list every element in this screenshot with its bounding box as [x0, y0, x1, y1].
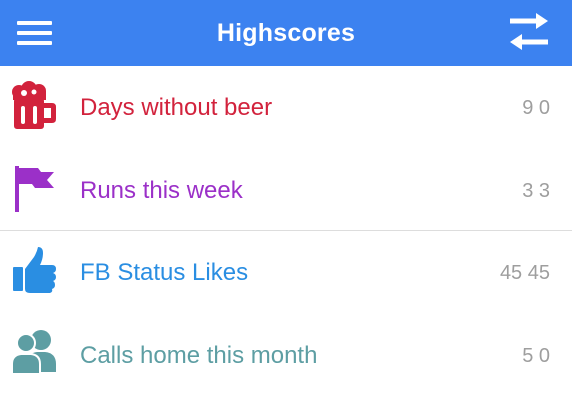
score-value: 3 3	[522, 180, 550, 202]
list-item[interactable]: FB Status Likes 45 45	[0, 230, 572, 312]
page-title: Highscores	[216, 19, 356, 47]
flag-icon	[15, 166, 54, 212]
app-window: Highscores Days without beer 9 0 Runs th…	[0, 0, 572, 420]
top-app-bar: Highscores	[0, 0, 572, 66]
score-label: FB Status Likes	[80, 259, 249, 286]
swap-arrows-icon[interactable]	[506, 12, 552, 52]
people-icon	[11, 330, 56, 375]
score-value: 9 0	[522, 97, 550, 119]
thumbs-up-icon	[13, 247, 56, 293]
list-item[interactable]: Days without beer 9 0	[0, 66, 572, 148]
beer-mug-icon	[12, 81, 56, 129]
score-label: Calls home this month	[80, 342, 318, 369]
list-item[interactable]: Calls home this month 5 0	[0, 312, 572, 394]
score-value: 45 45	[499, 262, 550, 284]
list-item[interactable]: Runs this week 3 3	[0, 148, 572, 230]
score-label: Runs this week	[80, 177, 243, 204]
score-label: Days without beer	[80, 94, 273, 121]
score-value: 5 0	[522, 345, 550, 367]
